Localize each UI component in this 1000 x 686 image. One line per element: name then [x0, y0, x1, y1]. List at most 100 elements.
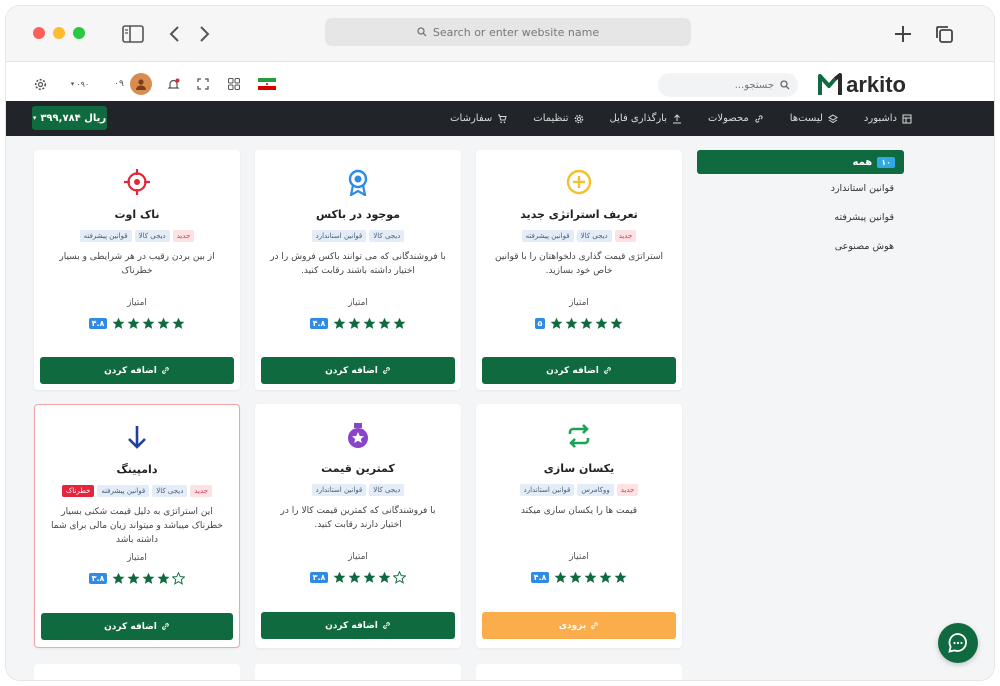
- close-window-button[interactable]: [33, 27, 45, 39]
- tag-cat: ووکامرس: [577, 484, 614, 496]
- star-filled-icon: [112, 317, 125, 329]
- language-selector[interactable]: ▾ ۰۹۰: [64, 75, 96, 93]
- award-icon: [348, 169, 368, 196]
- tag-cat: دیجی کالا: [134, 230, 170, 242]
- tag-cat: قوانین استاندارد: [519, 484, 575, 496]
- layers-icon: [827, 113, 838, 123]
- category-all[interactable]: همه ۱۰: [697, 150, 904, 174]
- coming-soon-button[interactable]: بزودی: [482, 612, 676, 639]
- star-filled-icon: [610, 317, 623, 329]
- search-box[interactable]: [658, 73, 798, 97]
- user-avatar[interactable]: [130, 73, 152, 95]
- medal-icon: [348, 423, 368, 448]
- category-item[interactable]: هوش مصنوعی: [697, 232, 904, 261]
- tag-danger: خطرناک: [62, 485, 95, 497]
- notification-bell-icon[interactable]: [164, 75, 182, 93]
- wallet-balance-button[interactable]: ▾ ۳۹۹,۷۸۴ ریال: [32, 106, 107, 130]
- nav-item-link[interactable]: محصولات: [708, 113, 764, 124]
- add-strategy-button[interactable]: اضافه کردن: [261, 612, 455, 639]
- star-filled-icon: [569, 571, 582, 583]
- strategy-card-in-box: موجود در باکس دیجی کالا قوانین استاندارد با…: [255, 150, 461, 390]
- sidebar-toggle-icon[interactable]: [121, 22, 145, 46]
- upload-icon: [673, 113, 682, 123]
- card-description: قیمت ها را یکسان سازی میکند: [520, 506, 638, 516]
- nav-item-dashboard[interactable]: داشبورد: [864, 113, 912, 124]
- button-label: اضافه کردن: [546, 365, 599, 376]
- cart-icon: [498, 114, 507, 123]
- language-code: ۰۹۰: [76, 79, 90, 89]
- nav-item-upload[interactable]: بارگذاری فایل: [610, 113, 682, 124]
- link-icon: [383, 622, 390, 629]
- add-strategy-button[interactable]: اضافه کردن: [41, 613, 233, 640]
- add-strategy-button[interactable]: اضافه کردن: [482, 357, 676, 384]
- star-filled-icon: [363, 571, 376, 583]
- nav-item-layers[interactable]: لیست‌ها: [790, 113, 838, 124]
- apps-grid-icon[interactable]: [225, 75, 243, 93]
- star-filled-icon: [565, 317, 578, 329]
- tag-new: جدید: [614, 230, 637, 242]
- target-icon: [124, 169, 150, 195]
- nav-item-cart[interactable]: سفارشات: [450, 113, 507, 124]
- star-filled-icon: [348, 317, 361, 329]
- nav-item-label: محصولات: [708, 113, 749, 124]
- tag-new: جدید: [172, 230, 195, 242]
- minimize-window-button[interactable]: [53, 27, 65, 39]
- user-name[interactable]: ۰۹: [110, 75, 128, 93]
- category-item[interactable]: قوانین استاندارد: [697, 174, 904, 203]
- maximize-window-button[interactable]: [73, 27, 85, 39]
- tag-new: جدید: [616, 484, 639, 496]
- add-strategy-button[interactable]: اضافه کردن: [40, 357, 234, 384]
- repeat-icon: [568, 424, 590, 448]
- star-filled-icon: [599, 571, 612, 583]
- new-tab-plus-icon[interactable]: [891, 22, 915, 46]
- star-filled-icon: [378, 317, 391, 329]
- gear-icon: [574, 114, 583, 123]
- card-description: استراتژی قیمت گذاری دلخواهتان را با قوان…: [494, 252, 663, 276]
- star-filled-icon: [333, 317, 346, 329]
- card-description: با فروشندگانی که می توانند باکس فروش را …: [270, 252, 446, 276]
- browser-toolbar: Search or enter website name: [6, 6, 994, 62]
- add-strategy-button[interactable]: اضافه کردن: [261, 357, 455, 384]
- nav-item-label: لیست‌ها: [789, 113, 823, 124]
- button-label: اضافه کردن: [325, 620, 378, 631]
- tabs-overview-icon[interactable]: [932, 22, 956, 46]
- rating-stars: ۳.۸: [35, 572, 239, 585]
- address-bar-placeholder: Search or enter website name: [432, 25, 600, 39]
- score-badge: ۳.۸: [88, 573, 108, 584]
- star-filled-icon: [348, 571, 361, 583]
- tag-cat: دیجی کالا: [152, 485, 188, 497]
- card-tags: جدید دیجی کالا قوانین پیشرفته: [44, 230, 230, 242]
- fullscreen-icon[interactable]: [194, 75, 212, 93]
- search-input[interactable]: [674, 79, 774, 91]
- browser-window: Search or enter website name arkito جستج…: [6, 6, 994, 680]
- tag-cat: دیجی کالا: [369, 484, 405, 496]
- nav-item-label: داشبورد: [863, 113, 897, 124]
- strategy-card-lowest-price: کمترین قیمت دیجی کالا قوانین استاندارد با ف…: [255, 404, 461, 648]
- markito-logo[interactable]: arkito: [818, 70, 906, 100]
- card-description: با فروشندگانی که کمترین قیمت کالا را در …: [280, 506, 436, 530]
- rating-stars: ۴.۸: [34, 317, 240, 330]
- card-title: تعریف استراتژی جدید: [520, 208, 638, 221]
- nav-item-gear[interactable]: تنظیمات: [533, 113, 583, 124]
- star-empty-icon: [172, 572, 186, 585]
- nav-item-label: بارگذاری فایل: [609, 113, 668, 124]
- nav-item-label: تنظیمات: [533, 113, 569, 124]
- score-badge: ۵: [534, 318, 546, 329]
- rating-stars: ۵: [476, 317, 682, 330]
- link-icon: [604, 367, 611, 374]
- nav-menu: داشبورد لیست‌ها محصولات بارگذاری فایل تنظیما…: [450, 101, 912, 136]
- support-chat-button[interactable]: [938, 623, 978, 663]
- strategy-card-knockout: ناک اوت جدید دیجی کالا قوانین پیشرفته از بین…: [34, 150, 240, 390]
- card-tags: دیجی کالا قوانین استاندارد: [265, 484, 451, 496]
- settings-gear-icon[interactable]: [31, 75, 49, 93]
- category-item[interactable]: قوانین پیشرفته: [697, 203, 904, 232]
- forward-arrow-icon[interactable]: [193, 22, 217, 46]
- back-arrow-icon[interactable]: [162, 22, 186, 46]
- iran-flag-icon[interactable]: [256, 75, 278, 93]
- score-label: امتیاز: [348, 298, 368, 308]
- address-bar[interactable]: Search or enter website name: [325, 18, 691, 46]
- star-empty-icon: [393, 571, 407, 584]
- star-filled-icon: [112, 572, 125, 584]
- button-label: اضافه کردن: [104, 621, 157, 632]
- star-filled-icon: [584, 571, 597, 583]
